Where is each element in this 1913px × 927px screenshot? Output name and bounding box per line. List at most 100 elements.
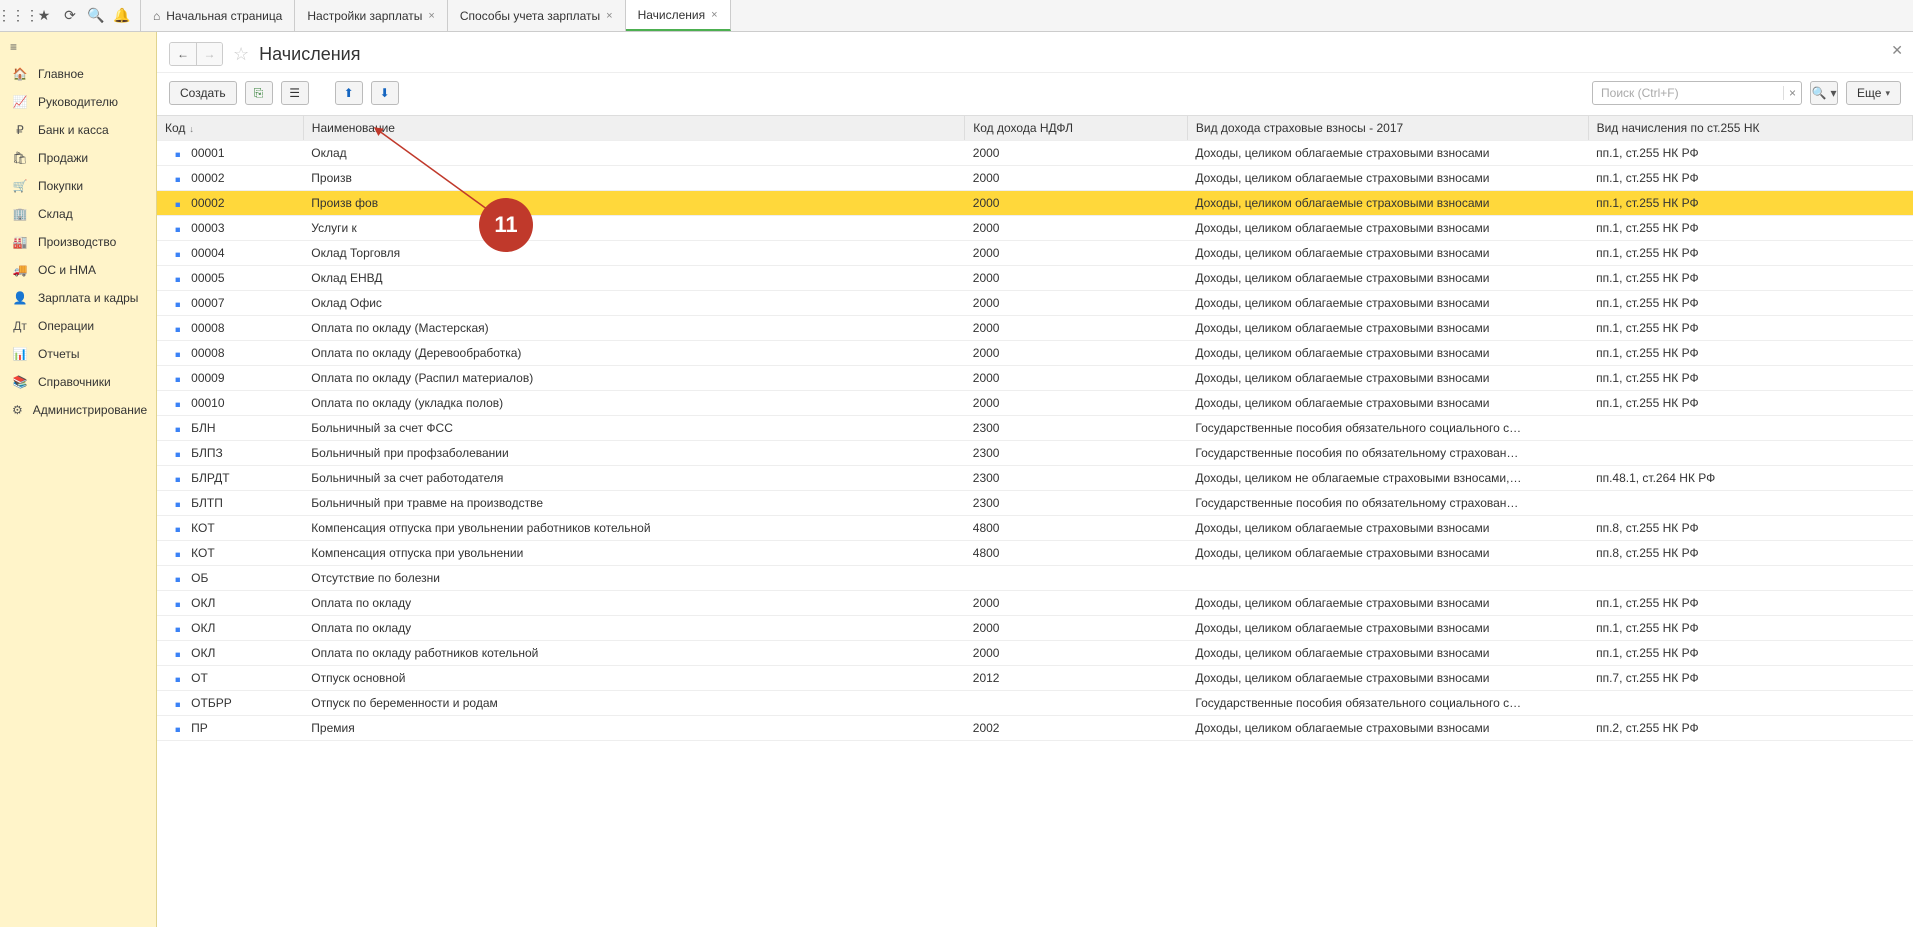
table-row[interactable]: ◆БЛРДТБольничный за счет работодателя230… <box>157 466 1913 491</box>
table-row[interactable]: ◆00007Оклад Офис2000Доходы, целиком обла… <box>157 291 1913 316</box>
close-icon[interactable]: ✕ <box>1891 42 1903 59</box>
row-icon: ◆ <box>173 399 184 410</box>
table-row[interactable]: ◆ОКЛОплата по окладу работников котельно… <box>157 641 1913 666</box>
cell-ndfl: 2300 <box>965 491 1188 516</box>
sidebar-item-1[interactable]: 📈Руководителю <box>0 88 156 116</box>
table-row[interactable]: ◆ОКЛОплата по окладу2000Доходы, целиком … <box>157 616 1913 641</box>
tab-label: Способы учета зарплаты <box>460 9 600 23</box>
favorite-icon[interactable]: ★ <box>32 4 56 28</box>
cell-ins: Доходы, целиком облагаемые страховыми вз… <box>1187 141 1588 166</box>
search-icon[interactable]: 🔍 <box>84 4 108 28</box>
tab-3[interactable]: Начисления× <box>626 0 731 31</box>
create-button[interactable]: Создать <box>169 81 237 105</box>
column-header-2[interactable]: Код дохода НДФЛ <box>965 116 1188 141</box>
sidebar-item-4[interactable]: 🛒Покупки <box>0 172 156 200</box>
apps-icon[interactable]: ⋮⋮⋮ <box>6 4 30 28</box>
sidebar-item-12[interactable]: ⚙Администрирование <box>0 396 156 424</box>
cell-ins <box>1187 566 1588 591</box>
tab-close-icon[interactable]: × <box>711 9 717 21</box>
table-row[interactable]: ◆00008Оплата по окладу (Мастерская)2000Д… <box>157 316 1913 341</box>
cell-code: БЛПЗ <box>191 446 223 460</box>
tab-2[interactable]: Способы учета зарплаты × <box>448 0 626 31</box>
nav-forward[interactable]: → <box>196 43 222 65</box>
sidebar-item-3[interactable]: 🛍Продажи <box>0 144 156 172</box>
list-button[interactable]: ☰ <box>281 81 309 105</box>
sidebar-item-0[interactable]: 🏠Главное <box>0 60 156 88</box>
cell-ins: Доходы, целиком облагаемые страховыми вз… <box>1187 291 1588 316</box>
move-down-button[interactable]: ⬇ <box>371 81 399 105</box>
table-row[interactable]: ◆00010Оплата по окладу (укладка полов)20… <box>157 391 1913 416</box>
bell-icon[interactable]: 🔔 <box>110 4 134 28</box>
main: ← → ☆ Начисления ✕ Создать ⎘ ☰ ⬆ ⬇ × <box>157 32 1913 927</box>
table-row[interactable]: ◆00002Произв2000Доходы, целиком облагаем… <box>157 166 1913 191</box>
cell-ins: Доходы, целиком облагаемые страховыми вз… <box>1187 616 1588 641</box>
table-row[interactable]: ◆ОТБРРОтпуск по беременности и родамГосу… <box>157 691 1913 716</box>
cell-name: Больничный при травме на производстве <box>303 491 964 516</box>
cell-art: пп.1, ст.255 НК РФ <box>1588 191 1912 216</box>
cell-ndfl: 2000 <box>965 166 1188 191</box>
table-row[interactable]: ◆00009Оплата по окладу (Распил материало… <box>157 366 1913 391</box>
nav-back[interactable]: ← <box>170 43 196 65</box>
table-row[interactable]: ◆00001Оклад2000Доходы, целиком облагаемы… <box>157 141 1913 166</box>
cell-art: пп.1, ст.255 НК РФ <box>1588 616 1912 641</box>
sidebar-item-10[interactable]: 📊Отчеты <box>0 340 156 368</box>
search-input[interactable] <box>1593 86 1783 100</box>
table[interactable]: Код↓НаименованиеКод дохода НДФЛВид доход… <box>157 115 1913 927</box>
cell-code: ОБ <box>191 571 208 585</box>
cell-ins: Доходы, целиком облагаемые страховыми вз… <box>1187 341 1588 366</box>
table-row[interactable]: ◆00002Произв фов2000Доходы, целиком обла… <box>157 191 1913 216</box>
cell-code: 00003 <box>191 221 224 235</box>
cell-ins: Доходы, целиком облагаемые страховыми вз… <box>1187 241 1588 266</box>
cell-code: ПР <box>191 721 208 735</box>
table-row[interactable]: ◆ОБОтсутствие по болезни <box>157 566 1913 591</box>
sidebar-item-5[interactable]: 🏢Склад <box>0 200 156 228</box>
sidebar-item-2[interactable]: ₽Банк и касса <box>0 116 156 144</box>
table-row[interactable]: ◆КОТКомпенсация отпуска при увольнении48… <box>157 541 1913 566</box>
star-icon[interactable]: ☆ <box>233 44 249 65</box>
table-row[interactable]: ◆КОТКомпенсация отпуска при увольнении р… <box>157 516 1913 541</box>
table-row[interactable]: ◆ПРПремия2002Доходы, целиком облагаемые … <box>157 716 1913 741</box>
tab-close-icon[interactable]: × <box>606 10 612 22</box>
column-header-1[interactable]: Наименование <box>303 116 964 141</box>
sidebar-item-8[interactable]: 👤Зарплата и кадры <box>0 284 156 312</box>
table-row[interactable]: ◆00005Оклад ЕНВД2000Доходы, целиком обла… <box>157 266 1913 291</box>
column-header-0[interactable]: Код↓ <box>157 116 303 141</box>
sort-indicator-icon: ↓ <box>189 124 194 134</box>
more-button[interactable]: Еще▾ <box>1846 81 1901 105</box>
tab-0[interactable]: ⌂Начальная страница <box>141 0 295 31</box>
cell-ndfl: 4800 <box>965 516 1188 541</box>
table-row[interactable]: ◆ОКЛОплата по окладу2000Доходы, целиком … <box>157 591 1913 616</box>
copy-button[interactable]: ⎘ <box>245 81 273 105</box>
cell-ins: Государственные пособия по обязательному… <box>1187 491 1588 516</box>
cell-art: пп.1, ст.255 НК РФ <box>1588 591 1912 616</box>
table-row[interactable]: ◆БЛПЗБольничный при профзаболевании2300Г… <box>157 441 1913 466</box>
search-field[interactable]: × <box>1592 81 1802 105</box>
sidebar-item-label: Покупки <box>38 179 83 193</box>
find-button[interactable]: 🔍▾ <box>1810 81 1838 105</box>
cell-name: Оплата по окладу <box>303 591 964 616</box>
table-row[interactable]: ◆БЛТПБольничный при травме на производст… <box>157 491 1913 516</box>
tab-close-icon[interactable]: × <box>428 10 434 22</box>
table-row[interactable]: ◆00004Оклад Торговля2000Доходы, целиком … <box>157 241 1913 266</box>
cell-ins: Доходы, целиком облагаемые страховыми вз… <box>1187 316 1588 341</box>
sidebar-item-9[interactable]: ДтОперации <box>0 312 156 340</box>
table-row[interactable]: ◆БЛНБольничный за счет ФСС2300Государств… <box>157 416 1913 441</box>
search-clear[interactable]: × <box>1783 86 1801 100</box>
move-up-button[interactable]: ⬆ <box>335 81 363 105</box>
sidebar-toggle[interactable]: ≡ <box>0 34 156 60</box>
table-row[interactable]: ◆ОТОтпуск основной2012Доходы, целиком об… <box>157 666 1913 691</box>
sidebar-item-11[interactable]: 📚Справочники <box>0 368 156 396</box>
history-icon[interactable]: ⟳ <box>58 4 82 28</box>
sidebar-item-label: Банк и касса <box>38 123 109 137</box>
sidebar-item-7[interactable]: 🚚ОС и НМА <box>0 256 156 284</box>
tab-1[interactable]: Настройки зарплаты× <box>295 0 448 31</box>
table-row[interactable]: ◆00008Оплата по окладу (Деревообработка)… <box>157 341 1913 366</box>
cell-ndfl: 2000 <box>965 141 1188 166</box>
cell-code: 00002 <box>191 171 224 185</box>
sidebar-icon: 📊 <box>12 347 28 361</box>
row-icon: ◆ <box>173 349 184 360</box>
column-header-4[interactable]: Вид начисления по ст.255 НК <box>1588 116 1912 141</box>
sidebar-item-6[interactable]: 🏭Производство <box>0 228 156 256</box>
column-header-3[interactable]: Вид дохода страховые взносы - 2017 <box>1187 116 1588 141</box>
table-row[interactable]: ◆00003Услуги к2000Доходы, целиком облага… <box>157 216 1913 241</box>
